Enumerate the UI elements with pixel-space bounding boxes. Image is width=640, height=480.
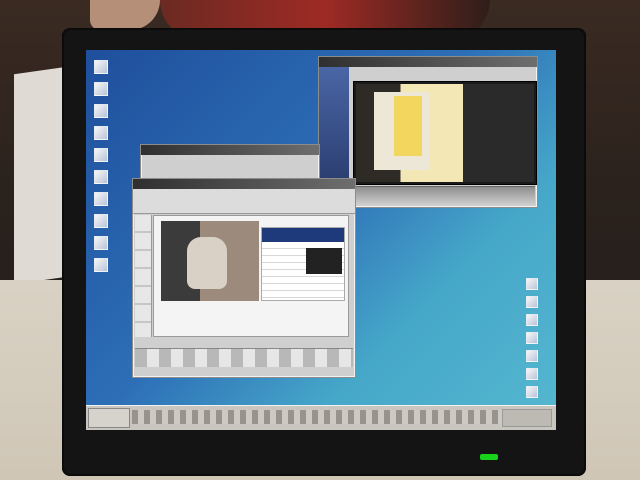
desktop-icon[interactable] (94, 192, 108, 206)
desktop-icon[interactable] (94, 148, 108, 162)
web-page-thumbnail (306, 248, 342, 274)
desktop-icon[interactable] (94, 126, 108, 140)
browser-toolbar-bottom[interactable] (135, 348, 353, 367)
player-sidebar[interactable] (319, 67, 349, 187)
desktop-icon[interactable] (94, 236, 108, 250)
desktop-icon[interactable] (94, 82, 108, 96)
desktop-icon[interactable] (526, 296, 538, 308)
desktop-icon[interactable] (94, 170, 108, 184)
desktop-icon[interactable] (94, 258, 108, 272)
window-titlebar[interactable] (133, 179, 355, 189)
window-titlebar[interactable] (141, 145, 319, 155)
web-page (261, 227, 345, 301)
browser-toolbar-top[interactable] (133, 189, 355, 214)
desktop-icon[interactable] (526, 332, 538, 344)
video-content (356, 84, 534, 182)
start-button-icon[interactable] (88, 408, 130, 428)
desktop-icon[interactable] (526, 368, 538, 380)
laptop-screen (86, 50, 556, 430)
desktop-icon[interactable] (94, 104, 108, 118)
web-page-banner (262, 228, 344, 242)
browser-window[interactable] (132, 178, 356, 378)
desktop-icon[interactable] (94, 214, 108, 228)
taskbar[interactable] (86, 405, 556, 430)
window-titlebar[interactable] (319, 57, 537, 67)
taskbar-items[interactable] (132, 410, 522, 424)
system-tray-icon[interactable] (502, 409, 552, 427)
person-in-video (187, 237, 227, 289)
desktop-icon[interactable] (526, 386, 538, 398)
desktop-icon[interactable] (526, 278, 538, 290)
desktop-icon[interactable] (94, 60, 108, 74)
desktop-icon[interactable] (526, 350, 538, 362)
status-led (480, 454, 498, 460)
desktop-icon[interactable] (526, 314, 538, 326)
poster (394, 96, 422, 156)
video-frame (353, 81, 537, 185)
embedded-video (161, 221, 259, 301)
browser-sidebar[interactable] (135, 215, 152, 337)
